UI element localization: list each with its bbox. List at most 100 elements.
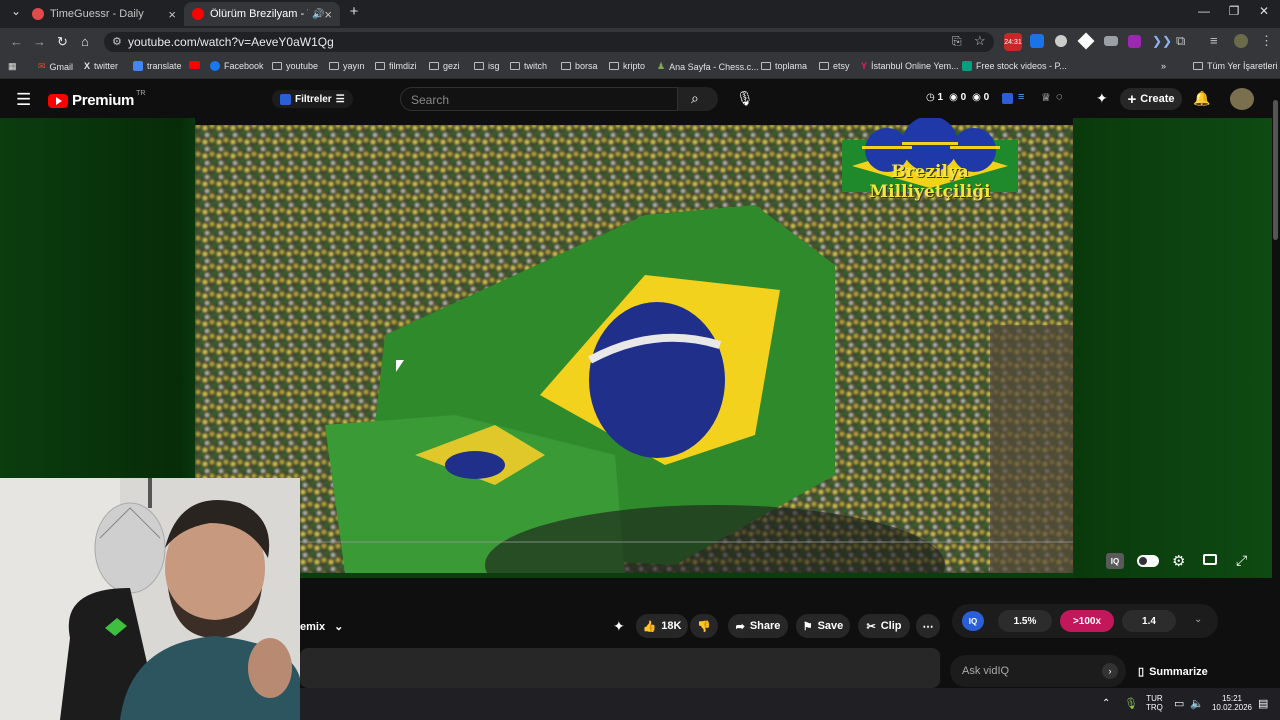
bookmark-folder-toplama[interactable]: toplama — [761, 61, 807, 71]
chat-bubble-icon[interactable]: ◌ — [1056, 91, 1063, 103]
window-close-icon[interactable]: ✕ — [1254, 4, 1274, 18]
install-app-icon[interactable]: ⎘ — [952, 34, 962, 49]
vidiq-metric-score[interactable]: 1.4 — [1122, 610, 1176, 632]
vidiq-filters-button[interactable]: Filtreler ☰ — [272, 90, 353, 108]
miniplayer-icon[interactable] — [1203, 554, 1217, 565]
gift-icon[interactable]: ✦ — [613, 618, 625, 635]
bookmark-star-icon[interactable]: ☆ — [974, 33, 986, 49]
clip-label: Clip — [880, 620, 902, 632]
site-info-icon[interactable]: ⚙ — [112, 35, 122, 48]
extension-icon[interactable] — [1055, 35, 1067, 47]
hamburger-menu-icon[interactable]: ☰ — [16, 90, 31, 110]
tab-timeguessr[interactable]: TimeGuessr - Daily × — [24, 2, 184, 26]
gamepad-extension-icon[interactable] — [1104, 36, 1118, 46]
settings-gear-icon[interactable]: ⚙ — [1172, 552, 1185, 570]
home-icon[interactable]: ⌂ — [81, 34, 89, 49]
extension-badge[interactable]: 24:31 — [1004, 33, 1022, 51]
create-button[interactable]: + Create — [1120, 88, 1182, 110]
twitch-extension-icon[interactable] — [1128, 35, 1141, 48]
more-actions-button[interactable]: ⋯ — [916, 614, 940, 638]
gift-icon[interactable]: ✦ — [1096, 90, 1108, 107]
input-language[interactable]: TUR TRQ — [1146, 694, 1163, 712]
reading-list-icon[interactable]: ≡ — [1210, 33, 1218, 48]
translate-extension-icon[interactable] — [1030, 34, 1044, 48]
address-bar[interactable]: ⚙ youtube.com/watch?v=AeveY0aW1Qg ⎘ ☆ — [104, 32, 994, 52]
microphone-tray-icon[interactable]: 🎙 — [1124, 697, 1138, 710]
share-button[interactable]: ➦ Share — [728, 614, 788, 638]
browser-menu-icon[interactable]: ⋮ — [1260, 33, 1273, 49]
scrollbar-thumb[interactable] — [1273, 100, 1278, 240]
new-tab-icon[interactable]: + — [344, 3, 364, 20]
close-tab-icon[interactable]: × — [168, 7, 176, 22]
vidiq-metric-engagement[interactable]: 1.5% — [998, 610, 1052, 632]
fullscreen-icon[interactable]: ⤢ — [1236, 552, 1247, 569]
autoplay-toggle[interactable] — [1137, 555, 1159, 567]
vidiq-header-icon[interactable] — [1002, 93, 1013, 104]
bookmark-pexels[interactable]: Free stock videos - P... — [962, 61, 1067, 71]
url-text[interactable]: youtube.com/watch?v=AeveY0aW1Qg — [128, 35, 334, 49]
like-button[interactable]: 👍 18K — [636, 614, 688, 638]
bookmark-youtube-icon[interactable] — [189, 61, 200, 69]
extensions-puzzle-icon[interactable]: ⧉ — [1176, 33, 1185, 49]
bookmark-folder-twitch[interactable]: twitch — [510, 61, 547, 71]
clip-button[interactable]: ✂ Clip — [858, 614, 910, 638]
vidiq-player-icon[interactable]: IQ — [1106, 553, 1124, 569]
bookmark-folder-borsa[interactable]: borsa — [561, 61, 598, 71]
bookmark-twitter[interactable]: Xtwitter — [84, 61, 118, 71]
save-button[interactable]: ⚑ Save — [796, 614, 850, 638]
bookmark-folder-youtube[interactable]: youtube — [272, 61, 318, 71]
bookmark-gmail[interactable]: ✉ Gmail — [38, 61, 73, 72]
bookmark-folder-isg[interactable]: isg — [474, 61, 500, 71]
back-icon[interactable]: ← — [10, 34, 23, 49]
description-box[interactable] — [300, 648, 940, 688]
vidiq-logo-icon[interactable]: IQ — [962, 611, 984, 631]
chevron-down-icon[interactable]: ⌄ — [1194, 614, 1202, 625]
speaker-icon[interactable]: 🔊 — [312, 9, 324, 20]
vidiq-metric-outlier[interactable]: >100x — [1060, 610, 1114, 632]
send-arrow-icon[interactable]: › — [1102, 663, 1118, 679]
reload-icon[interactable]: ↻ — [57, 34, 68, 50]
profile-avatar[interactable] — [1234, 34, 1248, 48]
bookmark-translate[interactable]: translate — [133, 61, 182, 71]
channel-name-fragment[interactable]: emix ⌄ — [300, 620, 343, 633]
summarize-button[interactable]: ▯ Summarize — [1138, 665, 1208, 679]
tab-search-icon[interactable]: ⌄ — [6, 4, 26, 18]
bookmark-folder-kripto[interactable]: kripto — [609, 61, 645, 71]
bookmark-folder-filmdizi[interactable]: filmdizi — [375, 61, 417, 71]
notifications-bell-icon[interactable]: 🔔 — [1193, 90, 1210, 107]
vidiq-list-icon[interactable]: ≡ — [1018, 91, 1024, 103]
account-avatar[interactable] — [1230, 88, 1254, 110]
tray-overflow-icon[interactable]: ⌃ — [1102, 698, 1110, 709]
bookmark-folder-gezi[interactable]: gezi — [429, 61, 460, 71]
dislike-button[interactable]: 👎 — [690, 614, 718, 638]
search-button[interactable]: ⌕ — [678, 87, 718, 111]
volume-icon[interactable]: 🔈 — [1190, 697, 1204, 710]
network-icon[interactable]: ▭ — [1174, 697, 1184, 710]
plus-icon: + — [1127, 90, 1137, 108]
eye-stat: ◉ 0 — [949, 92, 967, 103]
youtube-premium-logo[interactable]: Premium TR — [48, 90, 145, 109]
audio-extension-icon[interactable]: ❯❯ — [1152, 34, 1172, 48]
apps-grid-icon[interactable]: ▦ — [8, 61, 17, 72]
forward-icon[interactable]: → — [33, 34, 46, 49]
notification-center-icon[interactable]: ▤ — [1258, 697, 1268, 710]
tab-youtube-active[interactable]: Ölürüm Brezilyam - YouTub 🔊 × — [184, 2, 340, 26]
bookmark-folder-yayin[interactable]: yayın — [329, 61, 365, 71]
voice-search-icon[interactable]: 🎙 — [736, 90, 754, 107]
ask-vidiq-input[interactable]: Ask vidIQ › — [950, 655, 1126, 687]
trophy-icon[interactable]: ♕ — [1041, 91, 1051, 104]
bookmark-folder-etsy[interactable]: etsy — [819, 61, 850, 71]
bookmark-chess[interactable]: ♟ Ana Sayfa - Chess.c... — [657, 61, 759, 72]
bookmark-facebook[interactable]: Facebook — [210, 61, 264, 71]
close-tab-icon[interactable]: × — [324, 7, 332, 22]
all-bookmarks-folder[interactable]: Tüm Yer İşaretleri — [1193, 61, 1278, 71]
share-label: Share — [749, 620, 781, 632]
bookmarks-overflow-icon[interactable]: » — [1161, 61, 1166, 71]
bookmark-yemeksepeti[interactable]: Y İstanbul Online Yem... — [861, 61, 959, 71]
restore-icon[interactable]: ❐ — [1224, 4, 1244, 18]
bookmark-label: Gmail — [49, 61, 74, 72]
minimize-icon[interactable]: — — [1194, 4, 1214, 18]
search-input[interactable]: Search — [400, 87, 678, 111]
folder-icon — [819, 62, 829, 70]
clock[interactable]: 15:21 10.02.2026 — [1210, 694, 1254, 712]
